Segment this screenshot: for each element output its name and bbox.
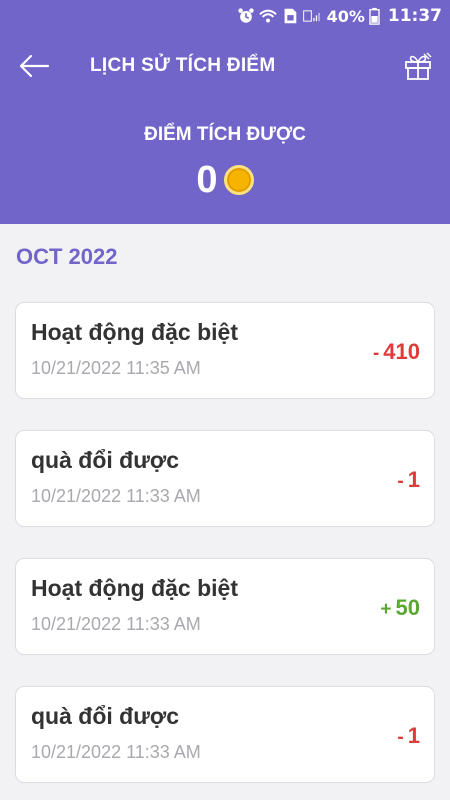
history-item-title: Hoạt động đặc biệt [31,319,238,345]
battery-percent: 40% [326,6,365,26]
page-title: LỊCH SỬ TÍCH ĐIỂM [90,55,276,76]
history-item-title: Hoạt động đặc biệt [31,575,238,601]
history-item-title: quà đổi được [31,447,180,473]
amount-value: 1 [407,467,420,492]
history-item-time: 10/21/2022 11:33 AM [31,742,201,762]
history-item-time: 10/21/2022 11:33 AM [31,486,201,506]
history-item-title: quà đổi được [31,703,180,729]
amount-sign: - [372,343,380,364]
points-label: ĐIỂM TÍCH ĐƯỢC [144,124,306,145]
amount-sign: - [397,727,404,748]
amount-value: 410 [383,339,420,364]
top-bar: LỊCH SỬ TÍCH ĐIỂM [0,44,450,90]
arrow-left-icon [19,54,50,78]
status-time: 11:37 [387,6,442,26]
month-header: OCT 2022 [16,244,118,269]
history-item-amount: -1 [397,723,420,749]
history-item[interactable]: quà đổi được 10/21/2022 11:33 AM -1 [15,686,435,783]
status-icons: 40% 11:37 [237,5,442,27]
gift-icon [405,52,432,80]
history-list: OCT 2022 Hoạt động đặc biệt 10/21/2022 1… [0,224,450,800]
points-summary: 0 [0,160,450,200]
signal-icon [302,10,320,22]
back-button[interactable] [16,50,52,82]
header: 40% 11:37 LỊCH SỬ TÍCH ĐIỂM ĐIỂM TÍCH ĐƯ… [0,0,450,224]
history-item-time: 10/21/2022 11:33 AM [31,614,201,634]
points-value: 0 [196,159,218,201]
status-bar: 40% 11:37 [0,0,450,30]
history-item-time: 10/21/2022 11:35 AM [31,358,201,378]
history-item-amount: +50 [380,595,420,621]
alarm-icon [237,8,254,23]
amount-value: 1 [407,723,420,748]
history-item-amount: -1 [397,467,420,493]
history-item[interactable]: Hoạt động đặc biệt 10/21/2022 11:35 AM -… [15,302,435,399]
wifi-icon [258,9,277,23]
history-item-amount: -410 [373,339,420,365]
gift-button[interactable] [400,48,436,84]
battery-icon [369,7,380,25]
amount-value: 50 [395,595,420,620]
amount-sign: - [397,471,404,492]
coin-icon [223,165,254,195]
sim-icon [284,8,296,24]
history-item[interactable]: quà đổi được 10/21/2022 11:33 AM -1 [15,430,435,527]
history-item[interactable]: Hoạt động đặc biệt 10/21/2022 11:33 AM +… [15,558,435,655]
amount-sign: + [380,599,392,620]
